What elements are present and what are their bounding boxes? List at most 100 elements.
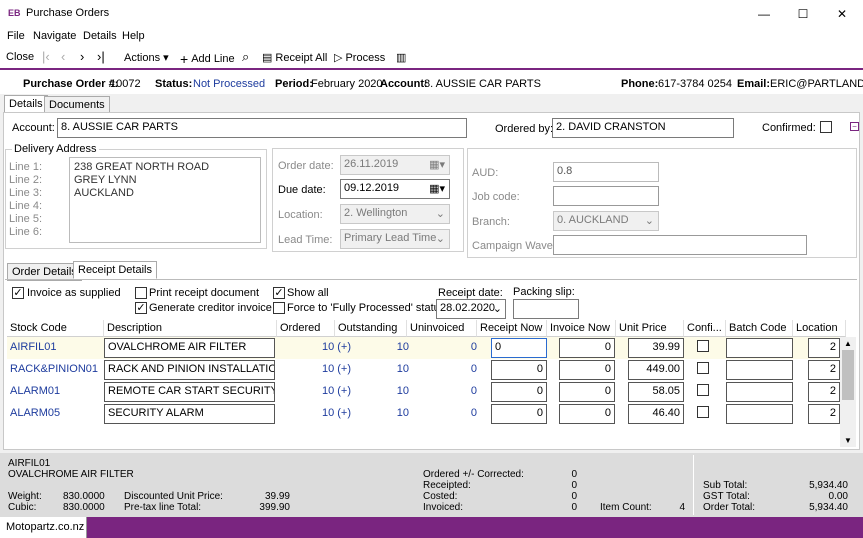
row3-unit-price[interactable]: 58.05 bbox=[628, 382, 684, 402]
actions-button[interactable]: Actions ▾ bbox=[124, 51, 169, 64]
row2-batch-code[interactable] bbox=[726, 360, 793, 380]
row3-invoice-now[interactable]: 0 bbox=[559, 382, 615, 402]
row4-location[interactable]: 2 bbox=[808, 404, 840, 424]
add-line-button[interactable]: + Add Line bbox=[180, 51, 235, 67]
row1-unit-price[interactable]: 39.99 bbox=[628, 338, 684, 358]
row1-receipt-now[interactable]: 0 bbox=[491, 338, 547, 358]
col-unit-price[interactable]: Unit Price bbox=[616, 320, 684, 337]
due-date-field[interactable]: 09.12.2019 ▦▾ bbox=[340, 179, 450, 199]
account-field[interactable]: 8. AUSSIE CAR PARTS bbox=[57, 118, 467, 138]
col-uninvoiced[interactable]: Uninvoiced bbox=[407, 320, 477, 337]
menu-navigate[interactable]: Navigate bbox=[33, 30, 76, 42]
row4-invoice-now[interactable]: 0 bbox=[559, 404, 615, 424]
first-record-icon[interactable]: |‹ bbox=[42, 49, 50, 64]
currency-label: AUD: bbox=[472, 167, 499, 179]
row3-location[interactable]: 2 bbox=[808, 382, 840, 402]
row2-confirmed-checkbox[interactable] bbox=[697, 362, 709, 374]
play-icon: ▷ bbox=[334, 52, 343, 64]
item-count-value: 4 bbox=[679, 502, 685, 513]
print-receipt-checkbox[interactable] bbox=[135, 287, 147, 299]
row2-location[interactable]: 2 bbox=[808, 360, 840, 380]
row1-uninvoiced: 0 bbox=[470, 341, 477, 353]
close-button[interactable]: Close bbox=[6, 51, 34, 63]
menu-file[interactable]: File bbox=[7, 30, 25, 42]
tab-receipt-details[interactable]: Receipt Details bbox=[73, 261, 157, 279]
row3-description[interactable]: REMOTE CAR START SECURITY bbox=[104, 382, 275, 402]
invoice-as-supplied-checkbox[interactable] bbox=[12, 287, 24, 299]
row1-location[interactable]: 2 bbox=[808, 338, 840, 358]
row4-batch-code[interactable] bbox=[726, 404, 793, 424]
disc-price-label: Discounted Unit Price: bbox=[124, 491, 223, 502]
account-label: Account: bbox=[12, 122, 55, 134]
force-processed-checkbox[interactable] bbox=[273, 302, 285, 314]
email-value: ERIC@PARTLAND.ex bbox=[770, 78, 863, 90]
row3-confirmed-checkbox[interactable] bbox=[697, 384, 709, 396]
col-confirmed[interactable]: Confi... bbox=[684, 320, 726, 337]
col-stock-code[interactable]: Stock Code bbox=[7, 320, 104, 337]
footer-stock-code: AIRFIL01 bbox=[8, 458, 51, 469]
previous-record-icon[interactable]: ‹ bbox=[61, 49, 65, 64]
campaign-wave-field[interactable] bbox=[553, 235, 807, 255]
minimize-button[interactable]: — bbox=[745, 0, 783, 28]
address-line-2: GREY LYNN bbox=[74, 174, 137, 186]
row2-description[interactable]: RACK AND PINION INSTALLATION KI bbox=[104, 360, 275, 380]
row1-batch-code[interactable] bbox=[726, 338, 793, 358]
costed-value: 0 bbox=[571, 491, 577, 502]
col-receipt-now[interactable]: Receipt Now bbox=[477, 320, 547, 337]
exchange-rate-field[interactable]: 0.8 bbox=[553, 162, 659, 182]
period-value: February 2020 bbox=[311, 78, 383, 90]
scroll-thumb[interactable] bbox=[842, 350, 854, 400]
row2-unit-price[interactable]: 449.00 bbox=[628, 360, 684, 380]
ordered-by-field[interactable]: 2. DAVID CRANSTON bbox=[552, 118, 734, 138]
next-record-icon[interactable]: › bbox=[80, 49, 84, 64]
col-description[interactable]: Description bbox=[104, 320, 277, 337]
maximize-button[interactable]: ☐ bbox=[784, 0, 822, 28]
row1-invoice-now[interactable]: 0 bbox=[559, 338, 615, 358]
process-button[interactable]: ▷ Process bbox=[334, 51, 385, 65]
job-code-field[interactable] bbox=[553, 186, 659, 206]
packing-slip-label: Packing slip: bbox=[513, 286, 575, 298]
period-label: Period: bbox=[275, 78, 313, 90]
col-batch-code[interactable]: Batch Code bbox=[726, 320, 793, 337]
confirmed-checkbox[interactable] bbox=[820, 121, 832, 133]
col-ordered[interactable]: Ordered bbox=[277, 320, 335, 337]
location-label: Location: bbox=[278, 209, 323, 221]
row4-description[interactable]: SECURITY ALARM bbox=[104, 404, 275, 424]
col-location[interactable]: Location bbox=[793, 320, 846, 337]
row1-description[interactable]: OVALCHROME AIR FILTER bbox=[104, 338, 275, 358]
row4-confirmed-checkbox[interactable] bbox=[697, 406, 709, 418]
menu-details[interactable]: Details bbox=[83, 30, 117, 42]
chevron-down-icon: ⌄ bbox=[435, 208, 445, 220]
generate-creditor-checkbox[interactable] bbox=[135, 302, 147, 314]
menu-help[interactable]: Help bbox=[122, 30, 145, 42]
collapse-icon[interactable]: − bbox=[850, 122, 859, 131]
row2-stock-code[interactable]: RACK&PINION01 bbox=[10, 363, 98, 375]
tab-details[interactable]: Details bbox=[4, 95, 48, 113]
row2-invoice-now[interactable]: 0 bbox=[559, 360, 615, 380]
row1-confirmed-checkbox[interactable] bbox=[697, 340, 709, 352]
col-invoice-now[interactable]: Invoice Now bbox=[547, 320, 616, 337]
force-processed-label: Force to 'Fully Processed' status bbox=[287, 302, 446, 314]
scroll-up-icon[interactable]: ▲ bbox=[844, 339, 852, 348]
close-window-button[interactable]: ✕ bbox=[823, 0, 861, 28]
chevron-down-icon: ⌄ bbox=[492, 303, 502, 315]
row4-stock-code[interactable]: ALARM05 bbox=[10, 407, 60, 419]
receipt-date-field[interactable]: 28.02.2020 ⌄ bbox=[436, 299, 506, 319]
row3-batch-code[interactable] bbox=[726, 382, 793, 402]
row3-receipt-now[interactable]: 0 bbox=[491, 382, 547, 402]
job-code-label: Job code: bbox=[472, 191, 520, 203]
show-all-checkbox[interactable] bbox=[273, 287, 285, 299]
col-outstanding[interactable]: Outstanding bbox=[335, 320, 407, 337]
lead-time-select: Primary Lead Time ⌄ bbox=[340, 229, 450, 249]
notes-icon[interactable]: ▥ bbox=[396, 51, 406, 64]
receipt-all-button[interactable]: ▤ Receipt All bbox=[262, 51, 327, 65]
row4-receipt-now[interactable]: 0 bbox=[491, 404, 547, 424]
row4-unit-price[interactable]: 46.40 bbox=[628, 404, 684, 424]
packing-slip-field[interactable] bbox=[513, 299, 579, 319]
scroll-down-icon[interactable]: ▼ bbox=[844, 436, 852, 445]
last-record-icon[interactable]: ›| bbox=[97, 49, 105, 64]
row1-stock-code[interactable]: AIRFIL01 bbox=[10, 341, 56, 353]
row2-receipt-now[interactable]: 0 bbox=[491, 360, 547, 380]
row3-stock-code[interactable]: ALARM01 bbox=[10, 385, 60, 397]
search-icon[interactable]: ⌕ bbox=[242, 49, 249, 65]
